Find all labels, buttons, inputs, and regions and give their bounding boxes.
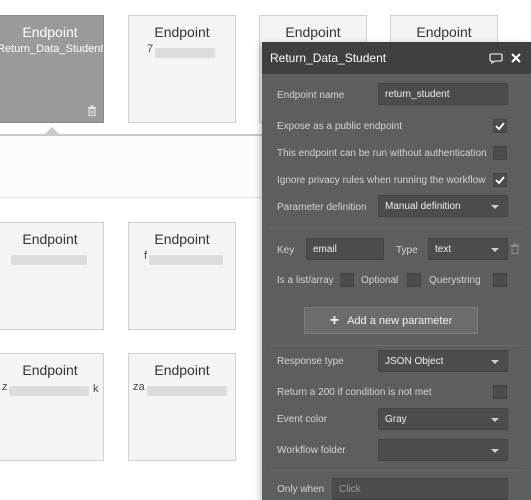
plus-icon: + <box>329 311 340 329</box>
only-when-label: Only when <box>277 484 325 495</box>
response-type-dropdown[interactable]: JSON Object <box>378 350 508 372</box>
endpoint-name-label: Endpoint name <box>277 90 345 101</box>
ignore-privacy-checkbox[interactable] <box>493 173 507 187</box>
add-parameter-button[interactable]: + Add a new parameter <box>304 307 478 334</box>
return-200-checkbox[interactable] <box>493 385 507 399</box>
redacted-text <box>9 386 89 396</box>
param-def-value: Manual definition <box>385 200 461 212</box>
endpoint-card[interactable]: Endpoint z k <box>0 353 104 461</box>
card-title: Endpoint <box>22 24 78 40</box>
no-auth-label: This endpoint can be run without authent… <box>277 148 487 159</box>
divider <box>270 470 523 471</box>
chevron-down-icon <box>491 449 499 453</box>
chevron-down-icon <box>491 205 499 209</box>
redacted-text <box>11 255 87 265</box>
key-value: email <box>313 243 337 255</box>
event-color-dropdown[interactable]: Gray <box>378 408 508 430</box>
card-subtitle-end: k <box>93 383 99 395</box>
optional-checkbox[interactable] <box>407 273 421 287</box>
endpoint-card[interactable]: Endpoint f <box>128 222 236 330</box>
endpoint-card[interactable]: Endpoint 7 <box>128 15 236 123</box>
add-parameter-label: Add a new parameter <box>347 314 453 327</box>
endpoint-name-input[interactable]: return_student <box>378 83 508 105</box>
param-def-dropdown[interactable]: Manual definition <box>378 195 508 217</box>
querystring-checkbox[interactable] <box>493 273 507 287</box>
card-title: Endpoint <box>154 231 210 247</box>
expose-label: Expose as a public endpoint <box>277 121 403 132</box>
type-dropdown[interactable]: text <box>428 238 508 260</box>
selection-caret <box>45 127 59 134</box>
divider <box>270 345 523 346</box>
event-color-label: Event color <box>277 414 328 425</box>
panel-header: Return_Data_Student <box>262 42 531 74</box>
endpoint-name-value: return_student <box>385 88 450 100</box>
no-auth-checkbox[interactable] <box>493 146 507 160</box>
key-input[interactable]: email <box>306 238 384 260</box>
card-title: Endpoint <box>154 362 210 378</box>
close-icon[interactable] <box>509 51 523 65</box>
response-type-value: JSON Object <box>385 355 444 367</box>
is-list-label: Is a list/array <box>277 275 334 286</box>
card-title: Endpoint <box>416 24 472 40</box>
card-subtitle: Return_Data_Student <box>0 43 103 55</box>
param-def-label: Parameter definition <box>277 202 367 213</box>
redacted-text <box>155 48 215 58</box>
chevron-down-icon <box>491 248 499 252</box>
chevron-down-icon <box>491 360 499 364</box>
card-title: Endpoint <box>154 24 210 40</box>
optional-label: Optional <box>361 275 399 286</box>
querystring-label: Querystring <box>429 275 481 286</box>
endpoint-card-return-data-student[interactable]: Endpoint Return_Data_Student <box>0 15 104 123</box>
card-title: Endpoint <box>22 231 78 247</box>
type-label: Type <box>396 245 418 256</box>
trash-icon[interactable] <box>510 243 520 254</box>
comment-icon[interactable] <box>489 51 503 65</box>
type-value: text <box>435 243 452 255</box>
card-title: Endpoint <box>285 24 341 40</box>
endpoint-property-editor: Return_Data_Student Endpoint name return… <box>262 42 531 500</box>
only-when-input[interactable]: Click <box>332 478 508 500</box>
return-200-label: Return a 200 if condition is not met <box>277 387 432 398</box>
only-when-placeholder: Click <box>339 483 361 495</box>
ignore-privacy-label: Ignore privacy rules when running the wo… <box>277 175 486 186</box>
card-title: Endpoint <box>22 362 78 378</box>
is-list-checkbox[interactable] <box>340 273 354 287</box>
expose-checkbox[interactable] <box>493 119 507 133</box>
endpoint-card[interactable]: Endpoint <box>0 222 104 330</box>
divider <box>270 228 523 229</box>
workflow-folder-dropdown[interactable] <box>378 439 508 461</box>
trash-icon[interactable] <box>87 105 97 116</box>
event-color-value: Gray <box>385 413 407 425</box>
panel-title: Return_Data_Student <box>270 51 387 65</box>
key-label: Key <box>277 245 295 256</box>
response-type-label: Response type <box>277 356 344 367</box>
chevron-down-icon <box>491 418 499 422</box>
redacted-text <box>149 255 223 265</box>
workflow-folder-label: Workflow folder <box>277 445 346 456</box>
endpoint-card[interactable]: Endpoint za <box>128 353 236 461</box>
redacted-text <box>147 386 227 396</box>
